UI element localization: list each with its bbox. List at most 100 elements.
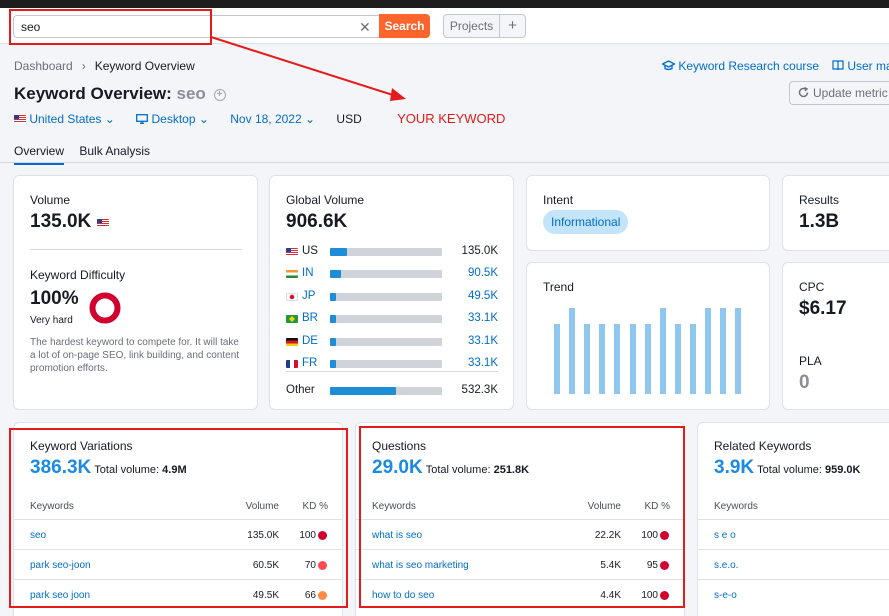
country-bar <box>330 315 442 324</box>
cpc-value: $6.17 <box>799 298 847 319</box>
intent-card: Intent Informational <box>526 175 770 251</box>
br-flag-icon <box>286 315 298 324</box>
country-row-in[interactable]: IN 90.5K <box>286 267 498 283</box>
kd-dot <box>318 531 327 540</box>
add-project-button[interactable]: + <box>499 14 526 38</box>
table-row: how to do seo 4.4K 100 <box>356 579 684 609</box>
kd-dot <box>318 561 327 570</box>
other-row: Other 532.3K <box>286 384 498 396</box>
add-to-list-icon[interactable]: + <box>213 89 226 101</box>
keyword-link[interactable]: how to do seo <box>372 590 434 601</box>
pla-value: 0 <box>799 372 810 393</box>
chevron-right-icon: › <box>81 59 86 73</box>
trend-bar <box>629 324 636 394</box>
kd-label: Keyword Difficulty <box>30 268 126 282</box>
trend-card: Trend <box>526 262 770 410</box>
search-button[interactable]: Search <box>379 14 430 38</box>
table-row: what is seo 22.2K 100 <box>356 519 684 549</box>
search-input[interactable] <box>13 15 379 38</box>
table-header: Keywords <box>714 501 758 512</box>
questions-card: Questions 29.0K Total volume: 251.8K Keyw… <box>355 422 685 616</box>
update-metrics-button[interactable]: Update metric <box>789 81 889 105</box>
related-table: Keywords s e o s.e.o. s-e-o <box>698 493 889 609</box>
country-bar-fill <box>330 360 336 368</box>
country-row-de[interactable]: DE 33.1K <box>286 335 498 351</box>
tab-bulk-analysis[interactable]: Bulk Analysis <box>79 144 150 163</box>
projects-button[interactable]: Projects <box>443 14 500 38</box>
title-keyword: seo <box>176 84 206 103</box>
breadcrumb-dashboard[interactable]: Dashboard <box>14 59 73 73</box>
in-flag-icon <box>286 270 298 279</box>
trend-bar <box>720 308 727 394</box>
us-flag-icon <box>96 219 109 227</box>
kd-dot <box>660 591 669 600</box>
breadcrumb: Dashboard › Keyword Overview <box>14 59 195 73</box>
keyword-link[interactable]: s-e-o <box>714 590 737 601</box>
trend-bar <box>674 324 681 394</box>
table-header: Keywords Volume KD % <box>372 501 670 512</box>
country-row-jp[interactable]: JP 49.5K <box>286 290 498 306</box>
chevron-down-icon: ⌄ <box>104 112 115 126</box>
device-selector[interactable]: Desktop ⌄ <box>136 112 209 126</box>
keyword-link[interactable]: what is seo <box>372 530 422 541</box>
course-link[interactable]: Keyword Research course <box>661 59 819 73</box>
jp-flag-icon <box>286 292 298 301</box>
country-row-us: US 135.0K <box>286 245 498 261</box>
trend-bar <box>644 324 651 394</box>
keyword-link[interactable]: park seo joon <box>30 590 90 601</box>
keyword-link[interactable]: s e o <box>714 530 736 541</box>
de-flag-icon <box>286 337 298 346</box>
tabs-divider <box>0 162 889 163</box>
graduation-cap-icon <box>661 60 676 71</box>
divider <box>286 371 498 372</box>
other-bar <box>330 387 442 395</box>
kd-ring-icon <box>89 292 121 324</box>
country-bar-fill <box>330 292 337 301</box>
country-selector[interactable]: United States ⌄ <box>14 112 115 126</box>
top-strip <box>0 0 889 8</box>
volume-label: Volume <box>30 193 71 207</box>
country-bar-fill <box>330 248 347 256</box>
results-card: Results 1.3B <box>782 175 889 251</box>
fr-flag-icon <box>286 360 298 368</box>
global-volume-card: Global Volume 906.6K US 135.0K IN 90.5K JP 49… <box>269 175 514 410</box>
keyword-link[interactable]: what is seo marketing <box>372 560 469 571</box>
trend-bar <box>599 324 606 394</box>
table-row: s e o <box>698 519 889 549</box>
keyword-variations-card: Keyword Variations 386.3K Total volume: 4… <box>13 422 343 616</box>
us-flag-icon <box>14 115 26 123</box>
clear-icon[interactable]: ✕ <box>359 19 371 36</box>
table-header: Keywords Volume KD % <box>30 501 328 512</box>
related-keywords-card: Related Keywords 3.9K Total volume: 959.0… <box>697 422 889 616</box>
country-row-br[interactable]: BR 33.1K <box>286 312 498 328</box>
trend-bar <box>735 308 742 394</box>
chevron-down-icon: ⌄ <box>198 112 209 126</box>
related-count: 3.9K Total volume: 959.0K <box>714 457 861 478</box>
variations-title: Keyword Variations <box>30 439 133 453</box>
kd-dot <box>660 531 669 540</box>
table-row: what is seo marketing 5.4K 95 <box>356 549 684 579</box>
refresh-icon <box>798 86 809 98</box>
date-selector[interactable]: Nov 18, 2022 ⌄ <box>230 112 315 126</box>
keyword-link[interactable]: seo <box>30 530 46 541</box>
user-manual-link[interactable]: User ma <box>832 59 889 73</box>
table-row: s-e-o <box>698 579 889 609</box>
trend-bar <box>705 308 711 394</box>
volume-value: 135.0K <box>30 211 109 233</box>
volume-card: Volume 135.0K Keyword Difficulty 100% Ve… <box>13 175 258 410</box>
desktop-icon <box>136 114 149 124</box>
intent-label: Intent <box>543 193 574 207</box>
keyword-link[interactable]: park seo-joon <box>30 560 91 571</box>
results-label: Results <box>799 193 840 207</box>
global-volume-value: 906.6K <box>286 211 348 232</box>
global-volume-label: Global Volume <box>286 193 365 207</box>
results-value: 1.3B <box>799 211 840 232</box>
kd-dot <box>318 591 327 600</box>
divider <box>30 249 242 250</box>
keyword-link[interactable]: s.e.o. <box>714 560 738 571</box>
trend-bar <box>689 324 696 394</box>
country-bar <box>330 248 442 256</box>
trend-bar <box>584 324 591 394</box>
trend-label: Trend <box>543 280 574 294</box>
table-row: seo 135.0K 100 <box>14 519 342 549</box>
